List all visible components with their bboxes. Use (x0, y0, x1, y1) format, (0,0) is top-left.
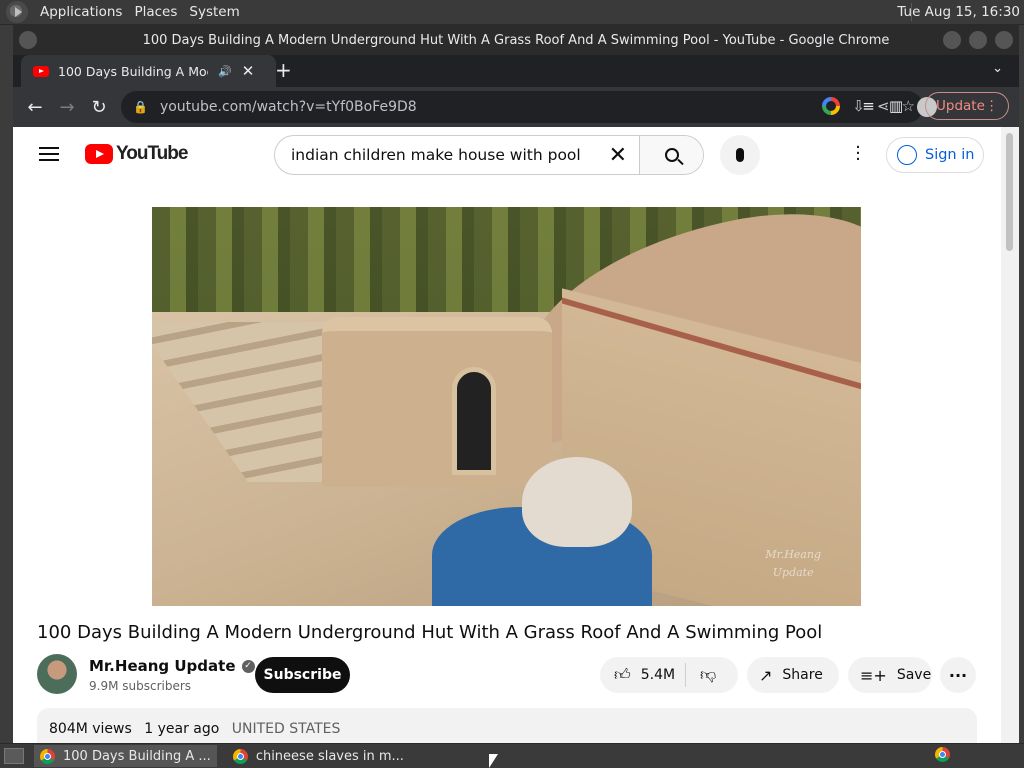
media-controls-icon[interactable]: ≡ (862, 97, 875, 117)
youtube-favicon-icon (33, 65, 49, 77)
video-watermark: Mr.Heang Update (765, 546, 821, 582)
search-query: indian children make house with pool (291, 146, 581, 164)
system-logo-icon[interactable] (6, 1, 28, 23)
channel-avatar[interactable] (37, 654, 77, 694)
close-window-icon[interactable] (995, 31, 1013, 49)
settings-kebab-icon[interactable]: · · · (853, 139, 863, 169)
tab-strip: 100 Days Building A Moder 🔊 ✕ + ⌄ (13, 55, 1019, 87)
maximize-icon[interactable] (969, 31, 987, 49)
system-menu[interactable]: System (189, 4, 239, 20)
tab-youtube[interactable]: 100 Days Building A Moder 🔊 ✕ (21, 55, 276, 87)
more-actions-button[interactable]: ··· (940, 657, 976, 693)
subscriber-count: 9.9M subscribers (89, 679, 192, 693)
tab-search-chevron-icon[interactable]: ⌄ (992, 61, 1003, 76)
new-tab-button[interactable]: + (275, 58, 292, 82)
youtube-page: YouTube indian children make house with … (13, 127, 1001, 743)
top-panel: Applications Places System Tue Aug 15, 1… (0, 0, 1024, 25)
video-hut (322, 317, 552, 487)
panel-clock[interactable]: Tue Aug 15, 16:30 (897, 4, 1020, 20)
chrome-icon (40, 748, 55, 764)
view-count: 804M views (49, 721, 132, 737)
video-title: 100 Days Building A Modern Underground H… (37, 622, 823, 643)
country-tag[interactable]: UNITED STATES (232, 721, 341, 737)
sign-in-button[interactable]: Sign in (886, 137, 984, 173)
chrome-icon (232, 748, 248, 764)
applications-menu[interactable]: Applications (40, 4, 122, 20)
side-panel-icon[interactable]: ▥ (889, 97, 903, 117)
sign-in-label: Sign in (925, 147, 975, 163)
places-menu[interactable]: Places (134, 4, 177, 20)
url-text[interactable]: youtube.com/watch?v=tYf0BoFe9D8 (160, 99, 417, 115)
like-button[interactable]: 👍︎ 5.4M (600, 663, 686, 687)
share-button[interactable]: ↗ Share (747, 657, 839, 693)
youtube-logo[interactable]: YouTube (85, 143, 188, 165)
update-label: Update (936, 98, 985, 114)
subscribe-button[interactable]: Subscribe (255, 657, 350, 693)
window-titlebar[interactable]: 100 Days Building A Modern Underground H… (13, 25, 1019, 55)
share-label: Share (782, 667, 823, 683)
page-scrollbar[interactable] (1001, 127, 1019, 743)
youtube-play-icon (85, 144, 113, 164)
window-menu-icon[interactable] (19, 31, 37, 49)
youtube-wordmark: YouTube (116, 143, 188, 164)
mouse-cursor-icon (489, 754, 498, 768)
scrollbar-thumb[interactable] (1006, 133, 1013, 251)
thumbs-up-icon: 👍︎ (614, 665, 631, 684)
user-circle-icon (897, 145, 917, 165)
thumbs-down-icon[interactable]: 👎︎ (686, 665, 716, 685)
lock-icon[interactable]: 🔒 (133, 100, 148, 114)
browser-window: 100 Days Building A Modern Underground H… (13, 25, 1019, 743)
back-arrow-icon[interactable]: ← (19, 97, 51, 118)
browser-toolbar: ← → ↻ 🔒 youtube.com/watch?v=tYf0BoFe9D8 … (13, 87, 1019, 127)
channel-name-link[interactable]: Mr.Heang Update ✓ (89, 657, 255, 675)
upload-age: 1 year ago (144, 721, 220, 737)
google-lens-icon[interactable] (822, 97, 841, 115)
taskbar-item-label: chineese slaves in m... (255, 748, 404, 764)
video-hut-door (452, 367, 496, 475)
video-platform (522, 457, 632, 547)
save-label: Save (896, 667, 932, 683)
tray-chrome-icon[interactable] (935, 747, 950, 762)
like-dislike-group: 👍︎ 5.4M 👎︎ (600, 657, 738, 693)
watermark-line-1: Mr.Heang (765, 548, 821, 561)
voice-search-button[interactable] (720, 135, 760, 175)
save-button[interactable]: ≡+ Save (848, 657, 932, 693)
address-bar[interactable]: 🔒 youtube.com/watch?v=tYf0BoFe9D8 ⇩ ⋖ ☆ (121, 91, 923, 123)
hamburger-menu-icon[interactable] (39, 147, 59, 161)
window-title: 100 Days Building A Modern Underground H… (142, 32, 890, 48)
show-desktop-icon[interactable] (4, 748, 24, 764)
verified-check-icon: ✓ (241, 659, 255, 673)
playlist-add-icon: ≡+ (860, 665, 887, 685)
channel-name: Mr.Heang Update (89, 657, 236, 675)
speaker-icon[interactable]: 🔊 (218, 65, 232, 78)
microphone-icon (736, 148, 744, 162)
tab-title: 100 Days Building A Moder (58, 63, 208, 79)
search-input[interactable]: indian children make house with pool ✕ (275, 136, 639, 174)
chrome-menu-icon[interactable]: ⋮ (985, 98, 999, 114)
bottom-taskbar: 100 Days Building A ... chineese slaves … (0, 743, 1024, 768)
update-button[interactable]: Update ⋮ (925, 92, 1009, 120)
reload-icon[interactable]: ↻ (83, 97, 115, 118)
forward-arrow-icon[interactable]: → (51, 97, 83, 118)
like-count: 5.4M (640, 667, 676, 683)
video-player[interactable]: Mr.Heang Update (152, 207, 861, 606)
youtube-header: YouTube indian children make house with … (13, 127, 1001, 183)
taskbar-item-label: 100 Days Building A ... (63, 748, 211, 764)
search-button[interactable] (639, 136, 703, 174)
taskbar-item-second-window[interactable]: chineese slaves in m... (227, 745, 410, 767)
share-arrow-icon: ↗ (759, 665, 773, 685)
close-tab-icon[interactable]: ✕ (242, 62, 255, 80)
description-box[interactable]: 804M views 1 year ago UNITED STATES (37, 708, 977, 743)
minimize-icon[interactable] (943, 31, 961, 49)
taskbar-item-youtube[interactable]: 100 Days Building A ... (34, 745, 217, 767)
clear-search-icon[interactable]: ✕ (609, 143, 627, 168)
watermark-line-2: Update (772, 566, 814, 579)
search-icon (664, 148, 679, 162)
search-box: indian children make house with pool ✕ (274, 135, 704, 175)
